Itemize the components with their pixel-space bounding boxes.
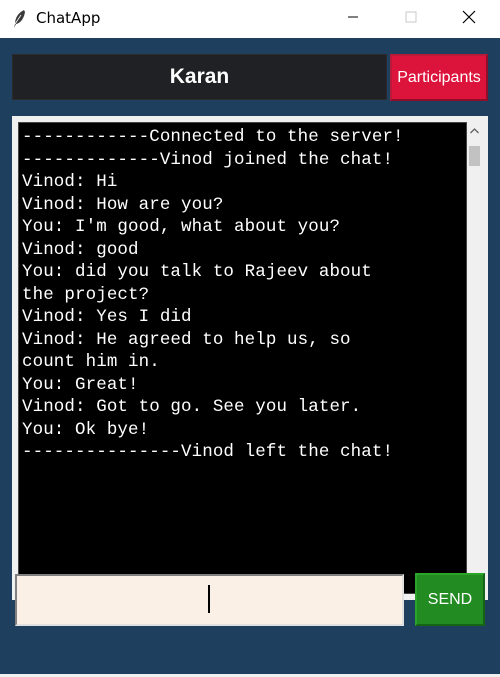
title-bar: ChatApp (0, 0, 500, 38)
chat-message: ------------Connected to the server! (22, 127, 404, 147)
chat-message: You: did you talk to Rajeev about (22, 262, 372, 282)
chat-frame: ------------Connected to the server! ----… (12, 116, 488, 600)
participants-button[interactable]: Participants (390, 54, 488, 101)
chat-message: Vinod: He agreed to help us, so (22, 329, 351, 350)
close-icon (462, 10, 476, 29)
close-button[interactable] (446, 0, 492, 38)
chat-message: You: Great! (22, 374, 139, 395)
text-caret (208, 585, 210, 613)
scroll-up-icon[interactable] (467, 123, 482, 138)
window-title: ChatApp (36, 9, 101, 27)
send-button[interactable]: SEND (415, 573, 485, 626)
maximize-icon (405, 10, 417, 28)
chat-message: Vinod: How are you? (22, 194, 224, 215)
minimize-button[interactable] (330, 0, 376, 38)
chat-message: ---------------Vinod left the chat! (22, 442, 394, 462)
chat-message: Vinod: Hi (22, 172, 118, 192)
chat-message: Vinod: Yes I did (22, 307, 192, 327)
chat-log[interactable]: ------------Connected to the server! ----… (18, 122, 467, 594)
chat-message: count him in. (22, 352, 160, 372)
scroll-thumb[interactable] (469, 146, 480, 166)
chat-header: Karan (12, 54, 387, 100)
chat-message: -------------Vinod joined the chat! (22, 149, 394, 170)
chat-message: Vinod: Got to go. See you later. (22, 397, 362, 417)
chat-message: You: I'm good, what about you? (22, 217, 341, 237)
chat-message: the project? (22, 284, 150, 305)
maximize-button[interactable] (388, 0, 434, 38)
feather-icon (12, 9, 28, 29)
contact-name: Karan (169, 65, 230, 88)
chat-message: Vinod: good (22, 239, 139, 260)
chat-scrollbar[interactable] (467, 122, 482, 594)
minimize-icon (347, 10, 359, 28)
chat-message: You: Ok bye! (22, 419, 150, 440)
